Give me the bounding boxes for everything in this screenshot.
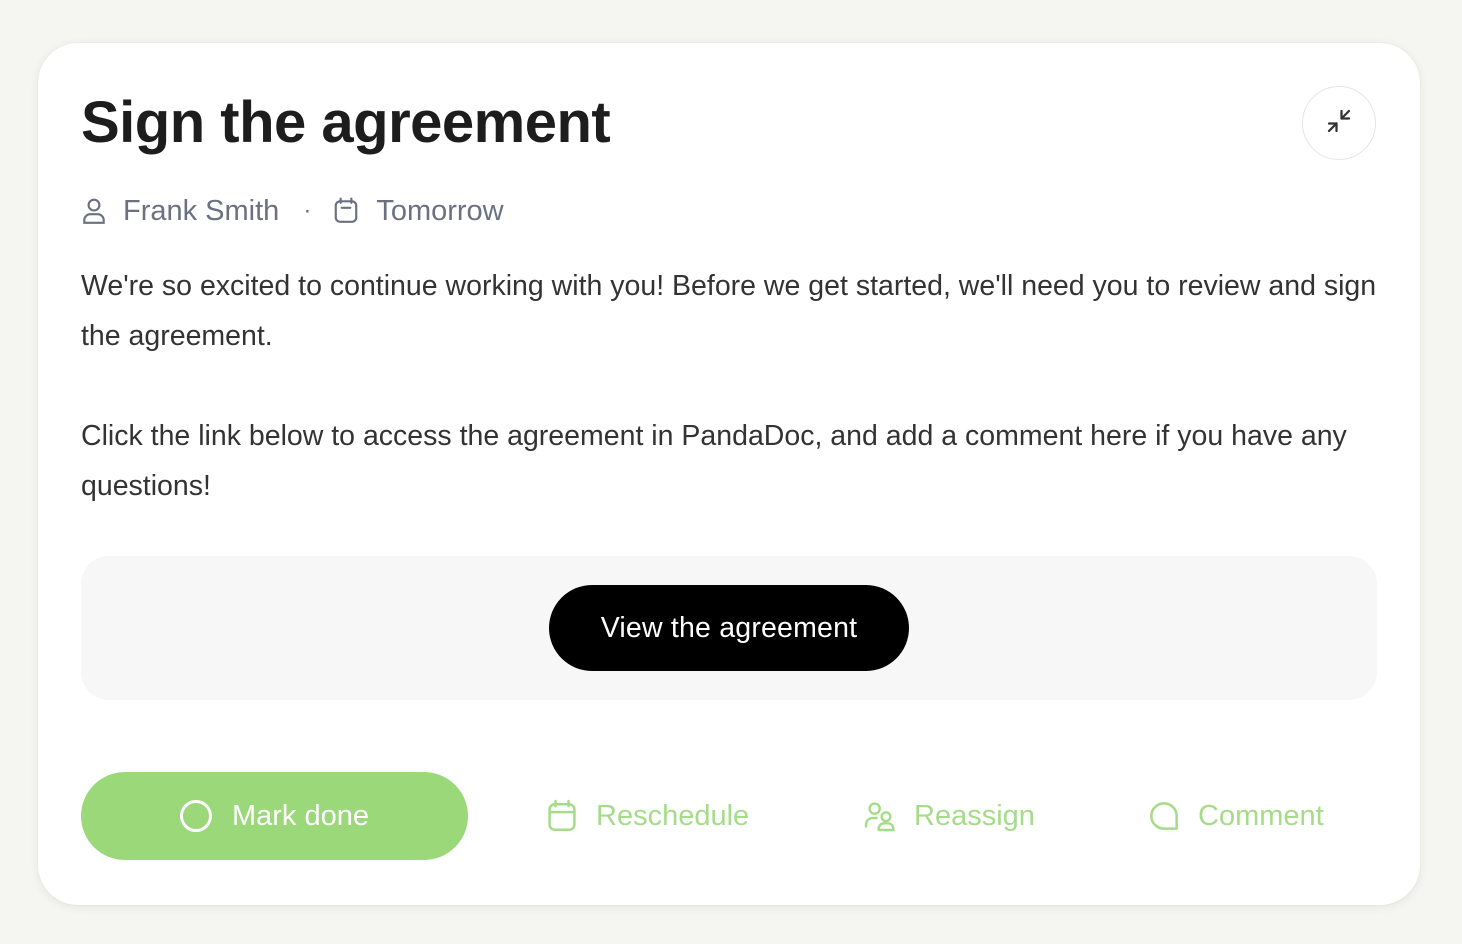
task-title: Sign the agreement xyxy=(81,90,611,155)
users-icon xyxy=(864,800,896,832)
circle-icon xyxy=(179,800,212,832)
comment-button[interactable]: Comment xyxy=(1148,772,1324,860)
mark-done-button[interactable]: Mark done xyxy=(81,772,468,860)
description-paragraph: Click the link below to access the agree… xyxy=(81,420,1347,502)
reschedule-button[interactable]: Reschedule xyxy=(546,772,749,860)
assignee-name[interactable]: Frank Smith xyxy=(123,195,279,228)
comment-label: Comment xyxy=(1198,799,1324,832)
reassign-button[interactable]: Reassign xyxy=(864,772,1035,860)
task-description: We're so excited to continue working wit… xyxy=(81,261,1381,511)
comment-icon xyxy=(1148,800,1180,832)
collapse-button[interactable] xyxy=(1302,86,1376,160)
meta-separator: · xyxy=(303,197,312,224)
description-paragraph: We're so excited to continue working wit… xyxy=(81,270,1377,352)
calendar-icon xyxy=(546,799,578,833)
task-card: Sign the agreement Frank Smith · Tomorro… xyxy=(38,43,1420,905)
reschedule-label: Reschedule xyxy=(596,799,750,832)
view-agreement-button[interactable]: View the agreement xyxy=(549,585,909,671)
task-actions: Mark done Reschedule Reassign Comment xyxy=(81,772,1377,860)
collapse-icon xyxy=(1324,106,1354,141)
user-icon xyxy=(81,197,107,225)
reassign-label: Reassign xyxy=(914,799,1035,832)
calendar-icon xyxy=(333,197,359,225)
cta-area: View the agreement xyxy=(81,556,1377,700)
task-meta: Frank Smith · Tomorrow xyxy=(81,191,504,231)
due-date[interactable]: Tomorrow xyxy=(376,195,503,228)
mark-done-label: Mark done xyxy=(231,799,369,832)
